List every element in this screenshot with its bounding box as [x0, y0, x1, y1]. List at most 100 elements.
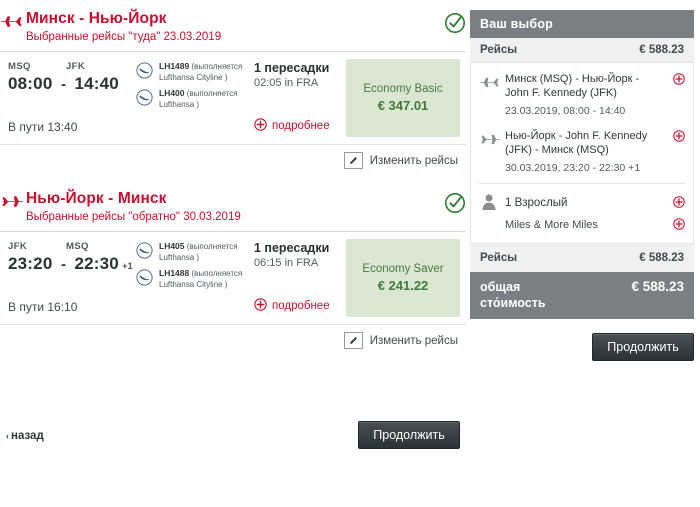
- sidebar-flights-total: € 588.23: [639, 44, 684, 56]
- segment-header-outbound: Минск - Нью-Йорк Выбранные рейсы "туда" …: [0, 0, 466, 51]
- flight-duration: В пути 16:10: [8, 300, 78, 314]
- arrival-time: 22:30: [74, 254, 119, 273]
- carrier-list: LH405 (выполняется Lufthansa ) LH1488 (в…: [136, 232, 254, 324]
- fare-box[interactable]: Economy Basic € 347.01: [346, 59, 460, 137]
- fare-box[interactable]: Economy Saver € 241.22: [346, 239, 460, 317]
- lufthansa-crane-icon: [136, 268, 155, 290]
- check-circle-icon: [432, 10, 466, 37]
- flight-number: LH1489: [159, 61, 190, 71]
- carrier-item: LH1488 (выполняется Lufthansa Cityline ): [136, 268, 254, 290]
- fare-name: Economy Saver: [362, 263, 444, 275]
- edit-flights-row-outbound[interactable]: Изменить рейсы: [0, 145, 466, 176]
- sidebar-action-area: Продолжить: [470, 333, 694, 361]
- edit-flights-label: Изменить рейсы: [369, 154, 458, 167]
- details-toggle[interactable]: подробнее: [254, 118, 330, 134]
- sidebar-flights-summary: Рейсы € 588.23: [470, 38, 694, 63]
- origin-code: JFK: [8, 241, 28, 252]
- sidebar-subtotal-row: Рейсы € 588.23: [470, 244, 694, 272]
- selection-sidebar: Ваш выбор Рейсы € 588.23 Минск (MSQ) - Н…: [470, 10, 694, 361]
- flight-times: JFK MSQ 23:20 - 22:30 +1 В пути 16:10: [0, 232, 136, 324]
- back-label: назад: [11, 430, 44, 442]
- stops-column: 1 пересадки 02:05 in FRA подробнее: [254, 52, 346, 144]
- segment-title: Минск - Нью-Йорк: [26, 10, 167, 27]
- details-toggle[interactable]: подробнее: [254, 298, 330, 314]
- fare-price: € 241.22: [377, 278, 429, 293]
- lufthansa-crane-icon: [136, 88, 155, 110]
- plus-circle-icon[interactable]: [669, 72, 685, 118]
- departure-time: 08:00: [8, 74, 53, 93]
- time-separator: -: [60, 76, 66, 93]
- plane-right-icon: [479, 72, 505, 118]
- sidebar-route: Минск (MSQ) - Нью-Йорк - John F. Kennedy…: [505, 73, 640, 99]
- edit-flights-label: Изменить рейсы: [369, 334, 458, 347]
- back-link[interactable]: ‹ назад: [6, 430, 44, 442]
- plane-left-icon: [479, 129, 505, 175]
- bottom-action-bar: ‹ назад Продолжить: [0, 421, 466, 465]
- sidebar-grand-total: общая сто́имость € 588.23: [470, 272, 694, 319]
- sidebar-flight-outbound: Минск (MSQ) - Нью-Йорк - John F. Kennedy…: [471, 65, 693, 122]
- lufthansa-crane-icon: [136, 241, 155, 263]
- segment-header-return: Нью-Йорк - Минск Выбранные рейсы "обратн…: [0, 176, 466, 231]
- chevron-left-icon: ‹: [6, 431, 9, 441]
- details-label: подробнее: [272, 120, 330, 132]
- segment-subtitle: Выбранные рейсы "обратно" 30.03.2019: [26, 211, 241, 223]
- layover-info: 02:05 in FRA: [254, 77, 319, 89]
- details-label: подробнее: [272, 300, 330, 312]
- flight-duration: В пути 13:40: [8, 120, 78, 134]
- plane-left-icon: [0, 190, 26, 213]
- pencil-icon[interactable]: [343, 152, 363, 169]
- flight-times: MSQ JFK 08:00 - 14:40 В пути 13:40: [0, 52, 136, 144]
- person-icon: [479, 190, 505, 215]
- carrier-item: LH400 (выполняется Lufthansa ): [136, 88, 254, 110]
- plane-right-icon: [0, 10, 26, 33]
- sidebar-flights-label: Рейсы: [480, 44, 518, 56]
- booking-page: Минск - Нью-Йорк Выбранные рейсы "туда" …: [0, 0, 700, 507]
- sidebar-datetime: 23.03.2019, 08:00 - 14:40: [505, 105, 626, 117]
- flights-column: Минск - Нью-Йорк Выбранные рейсы "туда" …: [0, 0, 466, 507]
- sidebar-datetime: 30.03.2019, 23:20 - 22:30 +1: [505, 162, 641, 174]
- stops-column: 1 пересадки 06:15 in FRA подробнее: [254, 232, 346, 324]
- arrival-time: 14:40: [74, 74, 119, 93]
- destination-code: MSQ: [66, 241, 89, 252]
- carrier-list: LH1489 (выполняется Lufthansa Cityline )…: [136, 52, 254, 144]
- sidebar-content: Минск (MSQ) - Нью-Йорк - John F. Kennedy…: [470, 63, 694, 244]
- sidebar-continue-button[interactable]: Продолжить: [592, 333, 694, 361]
- plus-circle-icon: [254, 298, 267, 314]
- plus-circle-icon[interactable]: [669, 195, 685, 211]
- time-separator: -: [60, 256, 66, 273]
- departure-time: 23:20: [8, 254, 53, 273]
- layover-info: 06:15 in FRA: [254, 257, 319, 269]
- grand-total-value: € 588.23: [631, 279, 684, 294]
- sidebar-loyalty-row: Miles & More Miles: [471, 215, 693, 239]
- carrier-item: LH1489 (выполняется Lufthansa Cityline ): [136, 61, 254, 83]
- fare-name: Economy Basic: [363, 83, 443, 95]
- edit-flights-row-return[interactable]: Изменить рейсы: [0, 325, 466, 356]
- flight-row-outbound: MSQ JFK 08:00 - 14:40 В пути 13:40 LH148…: [0, 52, 466, 144]
- grand-total-label: общая сто́имость: [480, 280, 546, 310]
- pencil-icon[interactable]: [343, 332, 363, 349]
- carrier-item: LH405 (выполняется Lufthansa ): [136, 241, 254, 263]
- check-circle-icon: [432, 190, 466, 217]
- stops-count: 1 пересадки: [254, 61, 330, 75]
- flight-number: LH1488: [159, 268, 190, 278]
- destination-code: JFK: [66, 61, 86, 72]
- fare-price: € 347.01: [377, 98, 429, 113]
- plus-circle-icon[interactable]: [669, 217, 685, 233]
- flight-number: LH400: [159, 88, 185, 98]
- sidebar-route: Нью-Йорк - John F. Kennedy (JFK) - Минск…: [505, 130, 648, 156]
- continue-button[interactable]: Продолжить: [358, 421, 460, 449]
- plus-circle-icon: [254, 118, 267, 134]
- segment-title: Нью-Йорк - Минск: [26, 190, 167, 207]
- day-offset: +1: [121, 261, 133, 272]
- passenger-label: 1 Взрослый: [505, 196, 568, 209]
- sidebar-flight-return: Нью-Йорк - John F. Kennedy (JFK) - Минск…: [471, 122, 693, 179]
- flight-number: LH405: [159, 241, 185, 251]
- subtotal-label: Рейсы: [480, 252, 518, 264]
- lufthansa-crane-icon: [136, 61, 155, 83]
- stops-count: 1 пересадки: [254, 241, 330, 255]
- sidebar-passenger-row: 1 Взрослый: [471, 184, 693, 215]
- subtotal-value: € 588.23: [639, 252, 684, 264]
- plus-circle-icon[interactable]: [669, 129, 685, 175]
- origin-code: MSQ: [8, 61, 31, 72]
